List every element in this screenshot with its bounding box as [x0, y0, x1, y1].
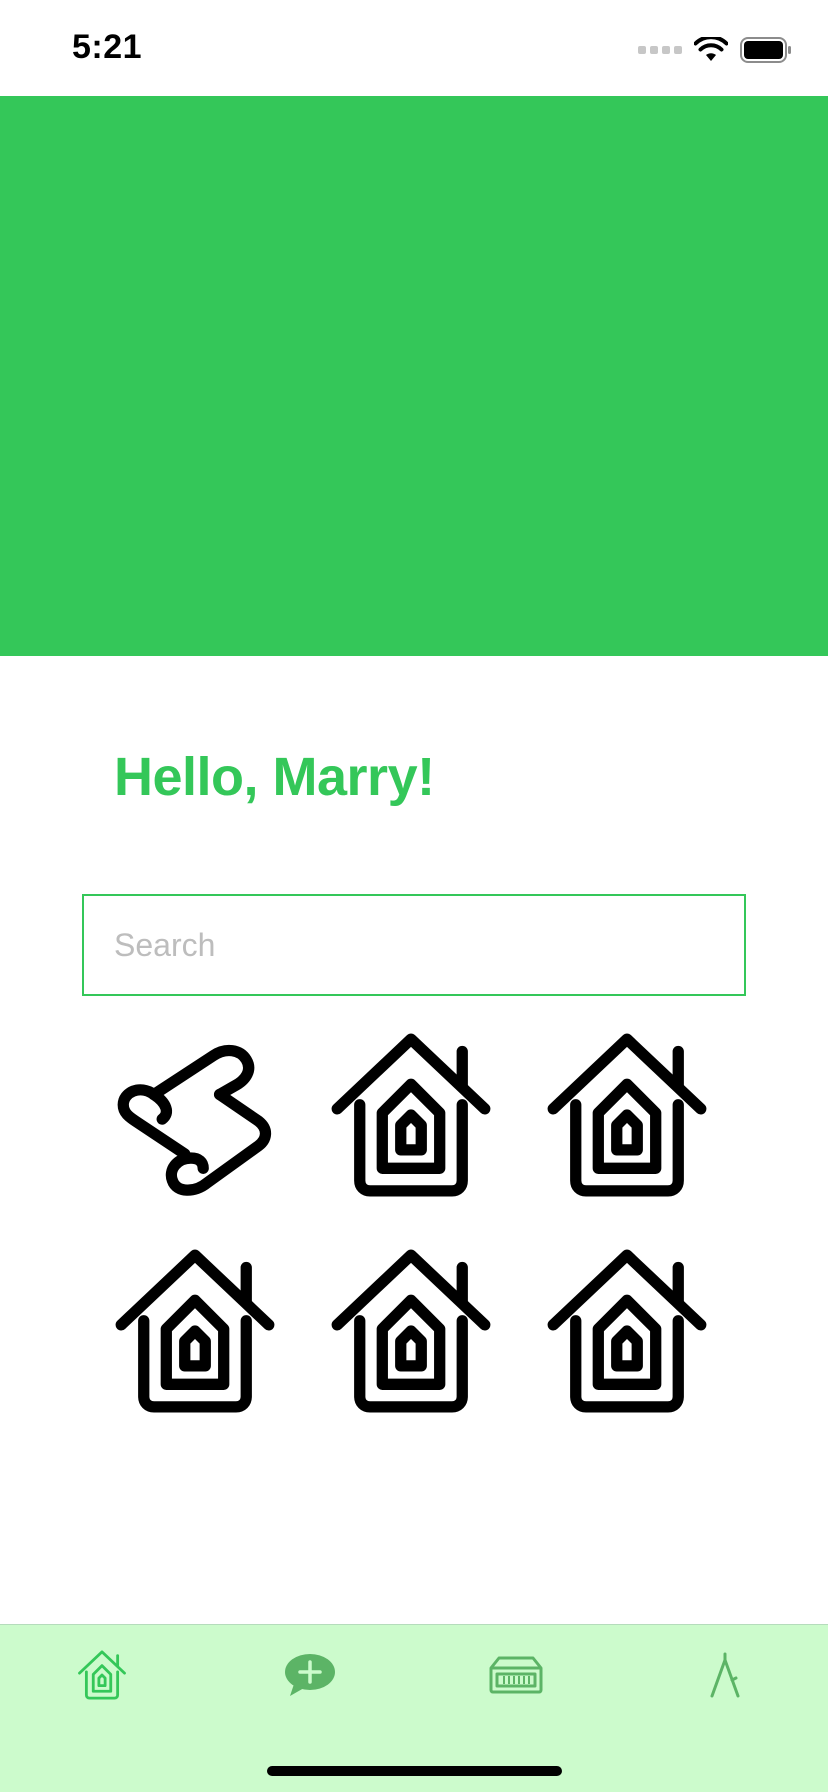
building-icon: [489, 1656, 543, 1694]
tab-add-message[interactable]: [270, 1645, 350, 1705]
grid-item-home[interactable]: [542, 1030, 712, 1200]
hero-banner: [0, 96, 828, 656]
wifi-icon: [694, 37, 728, 61]
homekit-icon: [547, 1249, 707, 1413]
add-message-icon: [285, 1654, 335, 1696]
status-bar: 5:21: [0, 0, 828, 96]
grid-item-home[interactable]: [326, 1030, 496, 1200]
homekit-icon: [331, 1249, 491, 1413]
app-screen: 5:21 Hello, Marry!: [0, 0, 828, 1792]
greeting-title: Hello, Marry!: [114, 747, 435, 807]
battery-icon: [740, 37, 791, 63]
tab-home[interactable]: [62, 1645, 142, 1705]
tab-building[interactable]: [476, 1645, 556, 1705]
homekit-icon: [78, 1650, 126, 1700]
homekit-icon: [331, 1033, 491, 1197]
homekit-icon: [547, 1033, 707, 1197]
icon-grid: [110, 1030, 730, 1450]
status-time: 5:21: [72, 28, 143, 66]
signal-icon: [638, 46, 682, 54]
grid-item-home[interactable]: [326, 1246, 496, 1416]
home-indicator: [267, 1766, 562, 1776]
scroll-icon: [117, 1044, 272, 1196]
compass-drawing-icon: [710, 1652, 740, 1698]
grid-item-home[interactable]: [110, 1246, 280, 1416]
grid-item-home[interactable]: [542, 1246, 712, 1416]
tab-drawing[interactable]: [685, 1645, 765, 1705]
status-icons: [638, 36, 792, 64]
homekit-icon: [115, 1249, 275, 1413]
grid-item-scroll[interactable]: [110, 1030, 280, 1200]
search-input[interactable]: [82, 894, 746, 996]
